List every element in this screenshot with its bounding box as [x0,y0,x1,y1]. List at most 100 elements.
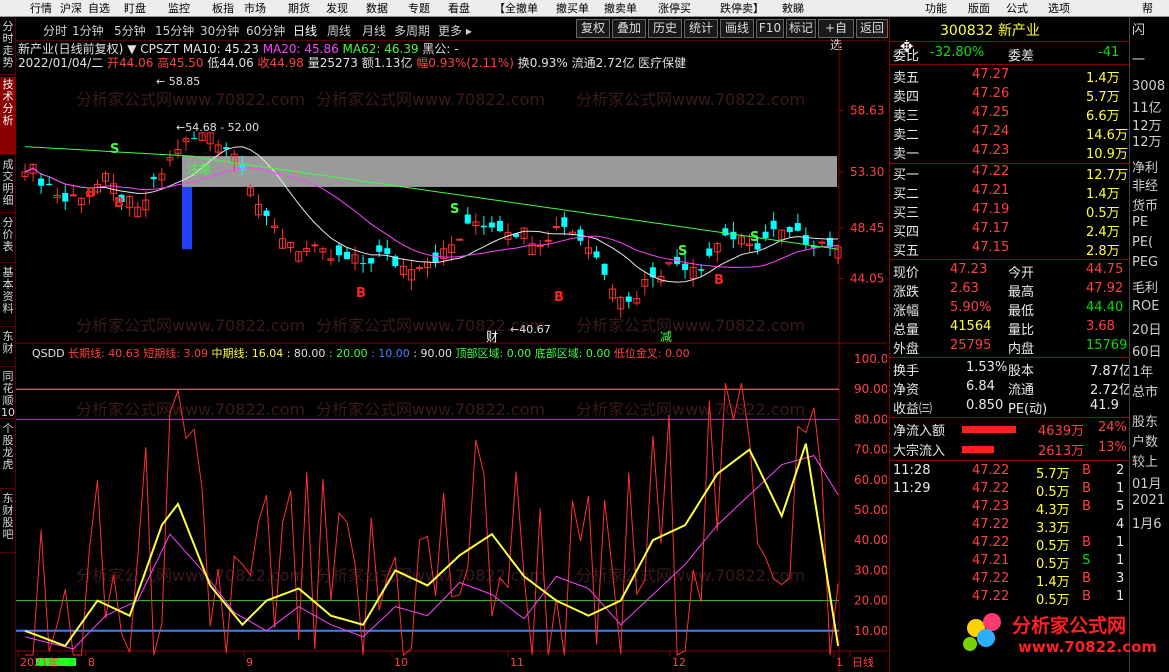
menu-item-9[interactable]: 数据 [366,1,388,16]
candle-body [480,225,487,228]
left-tab-2[interactable]: 成交明细 [0,157,16,213]
menu-item-1[interactable]: 沪深 [60,1,82,16]
quote-cell: 0.850 [966,398,1004,413]
menu-item-13[interactable]: 撤买单 [556,1,589,16]
menu-item-12[interactable]: 【全撤单 [494,1,538,16]
candle-body [150,176,157,180]
quote-cell: 4639万 [1038,424,1085,439]
menu-item-4[interactable]: 监控 [168,1,190,16]
left-tab-5[interactable]: 东财 [0,329,16,367]
candle-body [488,222,495,228]
buy-mark: B [86,186,96,201]
menu-item-17[interactable]: 敕睇 [782,1,804,16]
left-tab-7[interactable]: 个股龙虎 [0,421,16,489]
menu-item-7[interactable]: 期货 [288,1,310,16]
price-tick: 48.45 [850,221,884,235]
candle-body [698,269,705,271]
tool-button-6[interactable]: 标记 [786,19,816,38]
menu-item-16[interactable]: 跌停卖】 [720,1,764,16]
far-item-6: 净利 [1132,161,1159,176]
period-4[interactable]: 30分钟 [200,22,239,39]
period-5[interactable]: 60分钟 [246,22,285,39]
site-logo: 分析家公式网 www.70822.com [963,613,1157,656]
candle-body [368,258,375,264]
period-10[interactable]: 更多 ▸ [438,22,472,39]
candle-body [818,241,826,244]
menu-item-22[interactable]: 帮 [1142,1,1153,16]
menu-item-21[interactable]: 选项 [1048,1,1070,16]
quote-title: 300832 新产业 [940,23,1040,39]
left-tab-1[interactable]: 技术分析 [0,77,16,155]
buy-level-2: 买二 47.21 1.4万 [890,183,1130,202]
quote-cell: 0.5万 [1086,206,1120,221]
left-tab-6[interactable]: 同花顺10 [0,369,16,419]
quote-cell: 25795 [950,338,992,353]
signal-bar [182,186,192,250]
period-8[interactable]: 月线 [362,22,386,39]
menu-item-18[interactable]: 功能 [925,1,947,16]
quote-cell: 2.8万 [1086,244,1120,259]
period-6[interactable]: 日线 [293,22,317,39]
quote-cell: 1.53% [966,360,1008,375]
top-menu-bar: 行情 沪深 自选 盯盘 监控 板指 市场 期货 发现 数据 专题 看盘 【全撤单 撤买单 撤卖单 涨停买 跌停卖… [0,0,1169,17]
buy-level-5: 买五 47.15 2.8万 [890,240,1130,259]
quote-cell: 量比 [1008,323,1035,338]
quote-cell: PE(动) [1008,402,1048,417]
quote-cell: 47.26 [972,86,1010,101]
tool-button-2[interactable]: 历史 [648,19,682,38]
menu-item-19[interactable]: 版面 [968,1,990,16]
quote-cell: 3.3万 [1036,521,1070,536]
candle-body [593,251,600,258]
stat-row-4: 外盘 25795 内盘 15769 [890,338,1130,357]
tool-button-1[interactable]: 叠加 [612,19,646,38]
candle-body [496,220,503,232]
tick-row-6: 47.22 1.4万 B 3 [890,571,1130,590]
far-item-15: 60日 [1132,345,1162,360]
candle-body [46,183,53,186]
quote-cell: 涨跌 [893,285,920,300]
quote-cell: 47.22 [972,571,1010,586]
menu-item-8[interactable]: 发现 [326,1,348,16]
period-3[interactable]: 15分钟 [155,22,194,39]
buy-mark: B [714,273,724,288]
tool-button-8[interactable]: 返回 [856,19,888,38]
logo-url: www.70822.com [1018,638,1157,656]
menu-item-11[interactable]: 看盘 [448,1,470,16]
menu-item-3[interactable]: 盯盘 [124,1,146,16]
tool-button-0[interactable]: 复权 [576,19,610,38]
menu-item-5[interactable]: 板指 [212,1,234,16]
ind-tick: 50.00 [854,503,887,517]
tool-button-4[interactable]: 画线 [720,19,754,38]
far-item-18: 股东 [1132,415,1159,430]
quote-cell: 47.17 [972,221,1010,236]
menu-item-0[interactable]: 行情 [30,1,52,16]
menu-item-10[interactable]: 专题 [408,1,430,16]
quote-cell: 6.84 [966,379,995,394]
period-9[interactable]: 多周期 [394,22,430,39]
left-tab-3[interactable]: 分价表 [0,215,16,263]
stat-row-2: 涨幅 5.90% 最低 44.40 [890,300,1130,319]
stat-row-0: 现价 47.23 今开 44.75 [890,262,1130,281]
tool-button-7[interactable]: +自选 [818,19,854,52]
quote-cell: 2 [1116,463,1125,478]
period-1[interactable]: 1分钟 [72,22,104,39]
menu-item-6[interactable]: 市场 [244,1,266,16]
high-label: ← 58.85 [156,75,200,88]
menu-item-15[interactable]: 涨停买 [658,1,691,16]
quote-cell: 5 [1116,499,1125,514]
extra-row-0: 换手 1.53% 股本 7.87亿 [890,360,1132,379]
left-tab-8[interactable]: 东财股吧 [0,491,16,553]
menu-item-20[interactable]: 公式 [1006,1,1028,16]
chart-header: 新产业(日线前复权) ▼ CPSZT MA10: 45.23 MA20: 45.… [18,41,459,56]
menu-item-2[interactable]: 自选 [88,1,110,16]
quote-cell: 流通 [1008,383,1035,398]
tool-button-5[interactable]: F10 [756,19,784,38]
left-tab-4[interactable]: 基本资料 [0,265,16,327]
period-2[interactable]: 5分钟 [114,22,146,39]
tool-button-3[interactable]: 统计 [684,19,718,38]
period-0[interactable]: 分时 [43,22,67,39]
period-7[interactable]: 周线 [327,22,351,39]
left-tab-0[interactable]: 分时走势 [0,19,16,75]
menu-item-14[interactable]: 撤卖单 [604,1,637,16]
flow-bar [962,446,994,453]
